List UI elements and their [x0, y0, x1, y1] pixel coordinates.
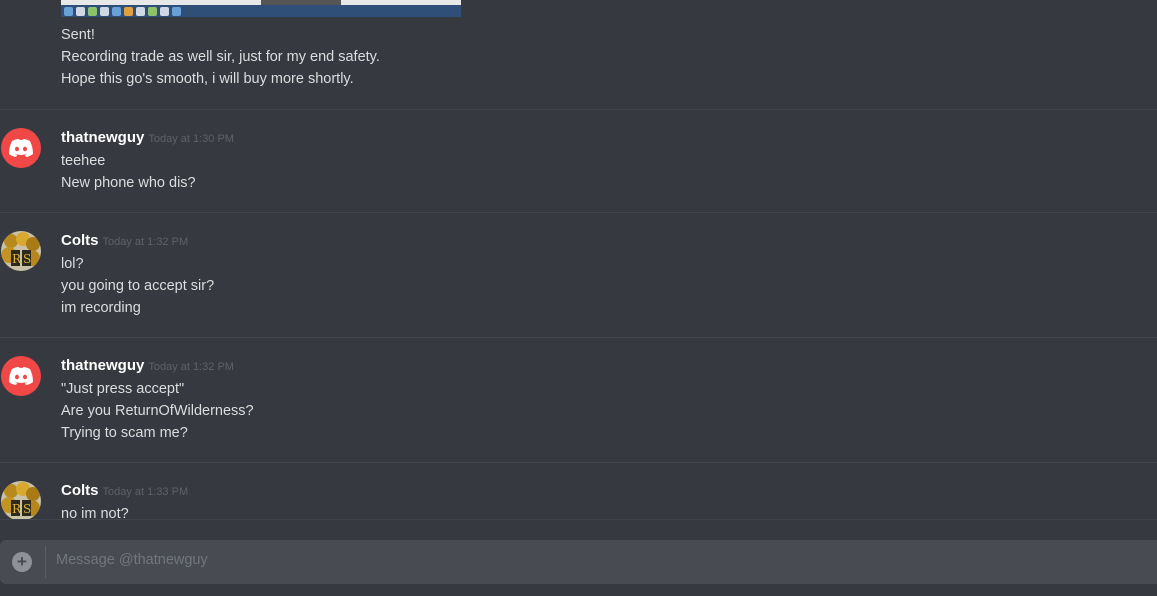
- message-text: im recording: [61, 300, 141, 316]
- taskbar-icon: [136, 6, 145, 16]
- taskbar-icon: [100, 6, 109, 16]
- svg-text:S: S: [23, 252, 31, 266]
- message-list[interactable]: Sent! Recording trade as well sir, just …: [0, 0, 1157, 520]
- taskbar-icon: [160, 6, 169, 16]
- message-text: "Just press accept": [61, 381, 185, 397]
- message-text: Hope this go's smooth, i will buy more s…: [61, 71, 354, 87]
- image-attachment[interactable]: [61, 0, 461, 17]
- message-divider: [0, 462, 1157, 463]
- gold-coins-avatar: R S: [1, 481, 41, 520]
- timestamp: Today at 1:32 PM: [102, 236, 189, 248]
- message-header: Colts Today at 1:33 PM: [61, 482, 188, 499]
- message-text: Sent!: [61, 27, 95, 43]
- message-text: lol?: [61, 256, 84, 272]
- timestamp: Today at 1:33 PM: [102, 486, 189, 498]
- taskbar-icon: [148, 6, 157, 16]
- avatar[interactable]: [1, 356, 41, 396]
- composer-divider: [0, 519, 1157, 520]
- username[interactable]: thatnewguy: [61, 357, 144, 374]
- message-header: thatnewguy Today at 1:32 PM: [61, 357, 234, 374]
- timestamp: Today at 1:32 PM: [148, 361, 234, 373]
- plus-circle-icon[interactable]: +: [12, 552, 32, 572]
- message-header: thatnewguy Today at 1:30 PM: [61, 129, 234, 146]
- taskbar-icon: [112, 6, 121, 16]
- message-text: teehee: [61, 153, 106, 169]
- timestamp: Today at 1:30 PM: [148, 133, 234, 145]
- discord-logo-icon: [9, 139, 33, 157]
- message-header: Colts Today at 1:32 PM: [61, 232, 188, 249]
- taskbar-icon: [172, 6, 181, 16]
- svg-text:S: S: [23, 502, 31, 516]
- taskbar-icon: [76, 6, 85, 16]
- avatar[interactable]: R S: [1, 481, 41, 520]
- discord-logo-icon: [9, 367, 33, 385]
- taskbar-icon: [64, 6, 73, 16]
- username[interactable]: thatnewguy: [61, 129, 144, 146]
- taskbar-icon: [124, 6, 133, 16]
- message-text: New phone who dis?: [61, 175, 196, 191]
- gold-coins-avatar: R S: [1, 231, 41, 271]
- avatar[interactable]: [1, 128, 41, 168]
- message-composer[interactable]: + Message @thatnewguy: [0, 540, 1157, 584]
- composer-separator: [45, 546, 46, 578]
- message-text: no im not?: [61, 506, 129, 520]
- username[interactable]: Colts: [61, 482, 99, 499]
- message-text: Recording trade as well sir, just for my…: [61, 49, 380, 65]
- message-divider: [0, 337, 1157, 338]
- message-input[interactable]: Message @thatnewguy: [56, 552, 208, 568]
- message-text: Trying to scam me?: [61, 425, 188, 441]
- message-text: you going to accept sir?: [61, 278, 215, 294]
- svg-text:R: R: [12, 502, 22, 516]
- message-text: Are you ReturnOfWilderness?: [61, 403, 254, 419]
- taskbar-icon: [88, 6, 97, 16]
- avatar[interactable]: R S: [1, 231, 41, 271]
- message-divider: [0, 109, 1157, 110]
- svg-text:R: R: [12, 252, 22, 266]
- username[interactable]: Colts: [61, 232, 99, 249]
- message-divider: [0, 212, 1157, 213]
- attachment-taskbar: [61, 5, 461, 17]
